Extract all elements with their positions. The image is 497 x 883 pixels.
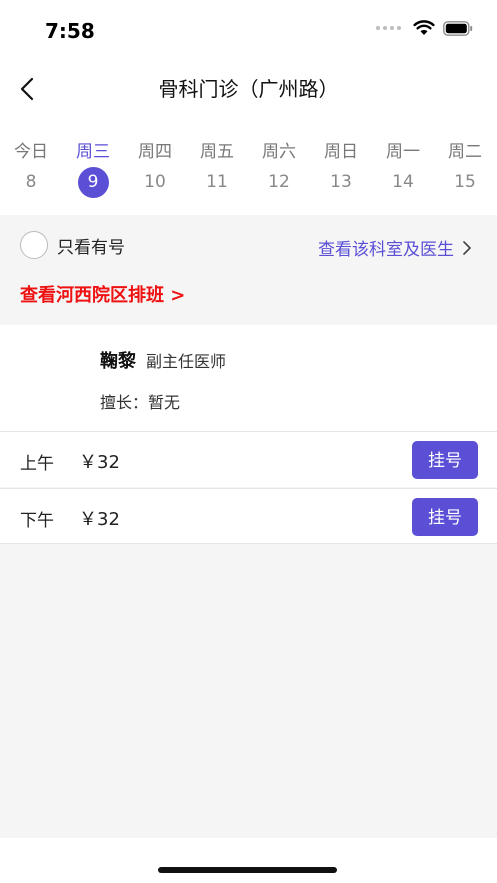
status-time: 7:58 — [45, 19, 95, 43]
chevron-right-icon — [463, 240, 471, 255]
status-bar: 7:58 — [0, 0, 497, 60]
wifi-icon — [413, 20, 435, 35]
date-weekday: 周六 — [262, 142, 296, 162]
date-weekday: 周二 — [448, 142, 482, 162]
checkbox-circle[interactable] — [20, 231, 48, 259]
date-weekday: 周四 — [138, 142, 172, 162]
status-icons — [376, 20, 473, 36]
date-day: 8 — [25, 172, 37, 192]
slot-period: 下午 — [20, 511, 54, 531]
view-dept-doctors-link[interactable]: 查看该科室及医生 — [318, 235, 472, 260]
date-day: 9 — [77, 167, 109, 198]
doctor-name: 鞠黎 — [100, 351, 136, 372]
slot-period: 上午 — [20, 454, 54, 474]
page-title: 骨科门诊（广州路） — [158, 77, 339, 101]
bottom-area — [0, 838, 497, 883]
filter-section: 只看有号 查看该科室及医生 查看河西院区排班 > — [0, 215, 497, 325]
date-weekday: 周三 — [76, 142, 110, 162]
nav-bar: 骨科门诊（广州路） — [0, 60, 497, 118]
date-day: 14 — [392, 172, 414, 192]
only-available-label: 只看有号 — [57, 237, 125, 258]
date-item[interactable]: 周一 14 — [372, 118, 434, 198]
date-item[interactable]: 周二 15 — [434, 118, 496, 198]
only-available-toggle[interactable]: 只看有号 — [20, 231, 125, 259]
view-dept-label: 查看该科室及医生 — [318, 240, 454, 260]
date-day: 12 — [268, 172, 290, 192]
date-item[interactable]: 今日 8 — [0, 118, 62, 198]
date-weekday: 周一 — [386, 142, 420, 162]
register-button[interactable]: 挂号 — [412, 498, 478, 536]
date-item[interactable]: 周日 13 — [310, 118, 372, 198]
doctor-specialty: 擅长：暂无 — [100, 393, 181, 412]
doctor-card[interactable]: 鞠黎 副主任医师 擅长：暂无 — [0, 325, 497, 431]
date-weekday: 周五 — [200, 142, 234, 162]
battery-icon — [443, 20, 473, 36]
date-day: 13 — [330, 172, 352, 192]
signal-icon — [376, 26, 401, 30]
date-day: 11 — [206, 172, 228, 192]
home-indicator[interactable] — [158, 867, 337, 873]
slot-price: ￥32 — [79, 452, 120, 473]
hexi-schedule-link[interactable]: 查看河西院区排班 > — [20, 281, 185, 307]
date-item[interactable]: 周四 10 — [124, 118, 186, 198]
date-item[interactable]: 周五 11 — [186, 118, 248, 198]
slot-row-afternoon: 下午 ￥32 挂号 — [0, 488, 497, 544]
date-day: 10 — [144, 172, 166, 192]
date-item-selected[interactable]: 周三 9 — [62, 118, 124, 198]
date-selector: 今日 8 周三 9 周四 10 周五 11 周六 12 周日 13 周一 14 … — [0, 118, 497, 215]
doctor-name-row: 鞠黎 副主任医师 — [100, 347, 226, 373]
date-weekday: 今日 — [14, 142, 48, 162]
slot-price: ￥32 — [79, 509, 120, 530]
date-weekday: 周日 — [324, 142, 358, 162]
register-button[interactable]: 挂号 — [412, 441, 478, 479]
date-item[interactable]: 周六 12 — [248, 118, 310, 198]
doctor-title: 副主任医师 — [146, 352, 227, 371]
date-day: 15 — [454, 172, 476, 192]
slot-row-morning: 上午 ￥32 挂号 — [0, 431, 497, 487]
